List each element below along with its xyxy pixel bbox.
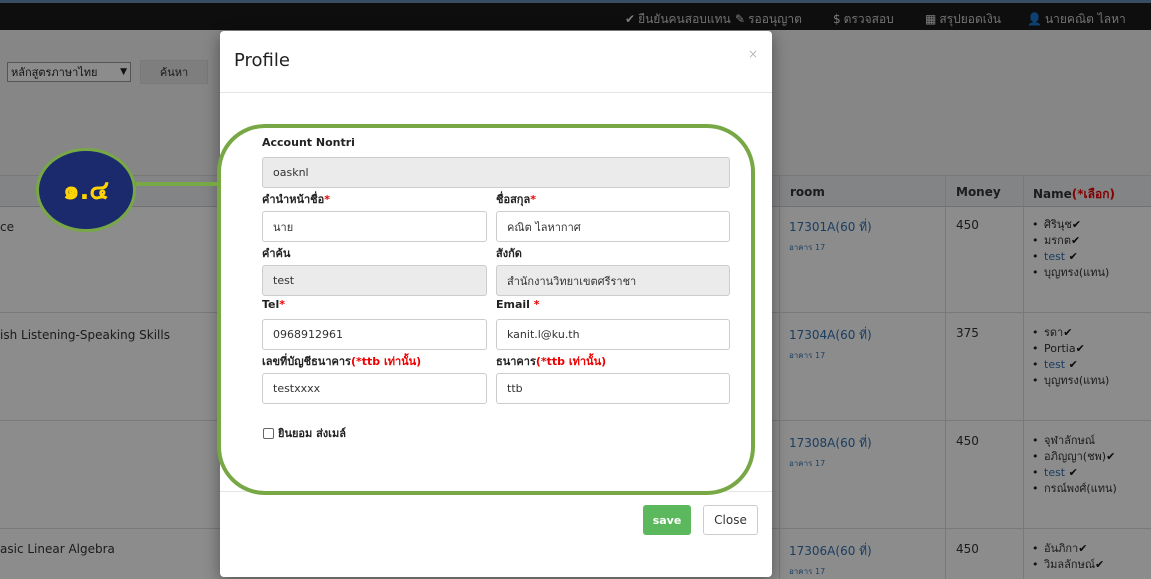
profile-modal: Profile × Account Nontri oasknl คำนำหน้า…: [220, 31, 772, 577]
modal-header: Profile ×: [220, 31, 772, 93]
bank-account-label: เลขที่บัญชีธนาคาร(*ttb เท่านั้น): [262, 355, 422, 368]
consent-row: ยินยอม ส่งเมล์: [263, 424, 346, 442]
account-field[interactable]: oasknl: [262, 157, 730, 188]
account-label: Account Nontri: [262, 136, 355, 149]
prefix-field[interactable]: นาย: [262, 211, 487, 242]
annotation-connector: [136, 182, 220, 186]
surname-label: ชื่อสกุล*: [496, 193, 536, 206]
email-field[interactable]: kanit.l@ku.th: [496, 319, 730, 350]
bank-label: ธนาคาร(*ttb เท่านั้น): [496, 355, 607, 368]
close-button[interactable]: Close: [703, 505, 758, 535]
annotation-badge: ๑.๔: [36, 148, 136, 232]
keyword-label: คำค้น: [262, 247, 291, 260]
keyword-field[interactable]: test: [262, 265, 487, 296]
consent-label: ยินยอม ส่งเมล์: [278, 427, 346, 440]
email-label: Email *: [496, 298, 540, 311]
tel-label: Tel*: [262, 298, 286, 311]
affiliation-label: สังกัด: [496, 247, 522, 260]
tel-field[interactable]: 0968912961: [262, 319, 487, 350]
affiliation-field[interactable]: สำนักงานวิทยาเขตศรีราชา: [496, 265, 730, 296]
close-icon[interactable]: ×: [748, 47, 758, 61]
prefix-label: คำนำหน้าชื่อ*: [262, 193, 331, 206]
surname-field[interactable]: คณิต ไลหากาศ: [496, 211, 730, 242]
modal-title: Profile: [234, 50, 290, 71]
bank-field[interactable]: ttb: [496, 373, 730, 404]
save-button[interactable]: save: [643, 505, 691, 535]
consent-checkbox[interactable]: [263, 427, 274, 439]
bank-account-field[interactable]: testxxxx: [262, 373, 487, 404]
